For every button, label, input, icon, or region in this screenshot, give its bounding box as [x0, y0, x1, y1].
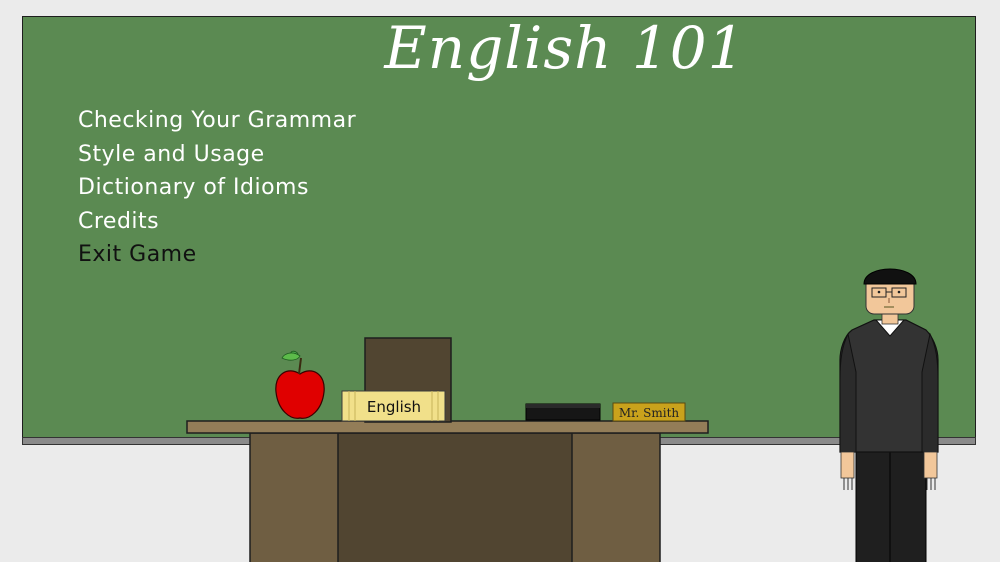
book-label: English — [367, 398, 421, 416]
apple-icon — [275, 350, 325, 419]
nameplate-text: Mr. Smith — [619, 406, 680, 420]
english-book: English — [341, 390, 446, 422]
teacher-character — [839, 268, 939, 562]
nameplate: Mr. Smith — [612, 402, 686, 422]
board-eraser — [525, 403, 601, 421]
teacher-desk — [186, 420, 709, 562]
classroom-scene: English Mr. Smith — [186, 268, 939, 562]
